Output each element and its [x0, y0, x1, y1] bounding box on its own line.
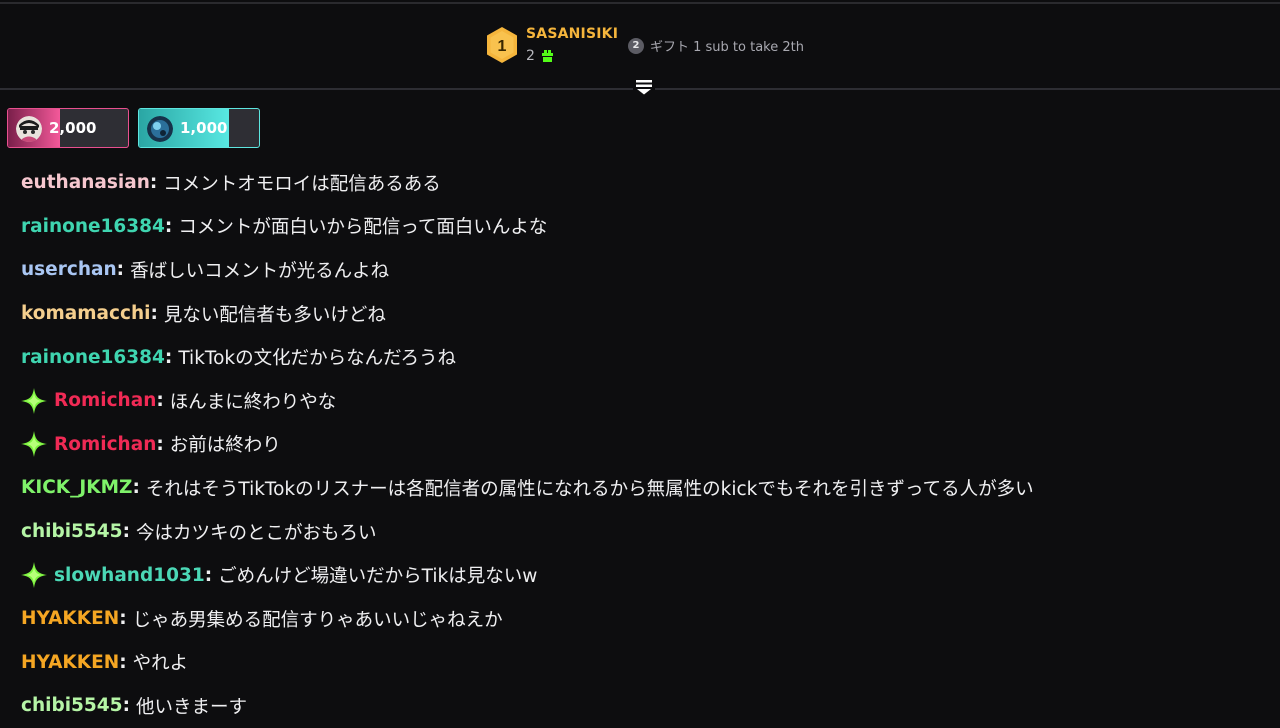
- chat-message: userchan: 香ばしいコメントが光るんよね: [21, 248, 1271, 292]
- chat-separator: :: [122, 521, 130, 543]
- rank-one-badge: 1: [486, 26, 518, 64]
- chat-message: Romichan: ほんまに終わりやな: [21, 379, 1271, 423]
- chat-message-text: 香ばしいコメントが光るんよね: [130, 260, 390, 282]
- chat-message-text: それはそうTikTokのリスナーは各配信者の属性になれるから無属性のkickでも…: [145, 478, 1034, 500]
- chat-separator: :: [122, 695, 130, 717]
- chat-username[interactable]: KICK_JKMZ: [21, 477, 132, 498]
- chat-message: Romichan: お前は終わり: [21, 423, 1271, 467]
- chat-username[interactable]: slowhand1031: [54, 565, 205, 586]
- goal-amount: 1,000: [180, 119, 228, 137]
- chat-message-text: 他いきまーす: [135, 696, 247, 718]
- chat-username[interactable]: HYAKKEN: [21, 652, 119, 673]
- gift-icon: [541, 50, 553, 62]
- collapse-leaderboard-button[interactable]: [633, 79, 655, 99]
- chat-message: slowhand1031: ごめんけど場違いだからTikは見ないw: [21, 553, 1271, 597]
- next-rank-info: 2 ギフト 1 sub to take 2th: [628, 36, 804, 55]
- chat-separator: :: [149, 172, 158, 194]
- chat-message-text: コメントオモロイは配信あるある: [163, 173, 441, 195]
- chat-message: rainone16384: TikTokの文化だからなんだろうね: [21, 335, 1271, 379]
- chat-message-text: 見ない配信者も多いけどね: [163, 304, 386, 326]
- orb-icon: [147, 116, 173, 142]
- goal-amount: 2,000: [49, 119, 97, 137]
- chat-separator: :: [156, 433, 164, 455]
- chat-username[interactable]: komamacchi: [21, 303, 150, 324]
- chat-username[interactable]: userchan: [21, 259, 117, 280]
- chat-message-list: euthanasian: コメントオモロイは配信あるある rainone16384:…: [21, 161, 1271, 728]
- chat-separator: :: [156, 390, 164, 412]
- collapse-icon: [635, 79, 653, 99]
- sparkle-badge-icon: [20, 561, 48, 589]
- goal-pill[interactable]: 1,000: [138, 108, 260, 148]
- chat-message-text: ほんまに終わりやな: [169, 391, 337, 413]
- chat-message: euthanasian: コメントオモロイは配信あるある: [21, 161, 1271, 205]
- chat-username[interactable]: HYAKKEN: [21, 608, 119, 629]
- chat-message: chibi5545: 今はカツキのとこがおもろい: [21, 510, 1271, 554]
- sparkle-badge-icon: [20, 430, 48, 458]
- svg-text:1: 1: [498, 38, 507, 55]
- chat-separator: :: [119, 608, 127, 630]
- chat-message-text: 今はカツキのとこがおもろい: [135, 522, 377, 544]
- goal-pills: 2,000 1,000: [7, 108, 260, 148]
- chat-separator: :: [150, 303, 158, 325]
- chat-username[interactable]: euthanasian: [21, 172, 150, 193]
- chat-separator: :: [204, 564, 213, 586]
- chat-message: HYAKKEN: じゃあ男集める配信すりゃあいいじゃねえか: [21, 597, 1271, 641]
- gift-count-value: 2: [526, 48, 535, 64]
- chat-separator: :: [132, 477, 140, 499]
- chat-message-text: お前は終わり: [169, 435, 281, 457]
- chat-message: rainone16384: コメントが面白いから配信って面白いんよな: [21, 205, 1271, 249]
- chat-separator: :: [116, 259, 125, 281]
- chat-username[interactable]: Romichan: [54, 390, 156, 411]
- chat-username[interactable]: Romichan: [54, 434, 156, 455]
- chat-separator: :: [164, 215, 173, 237]
- next-rank-text: ギフト 1 sub to take 2th: [650, 40, 804, 55]
- chat-username[interactable]: rainone16384: [21, 216, 165, 237]
- avatar-icon: [16, 116, 42, 142]
- chat-message-text: やれよ: [132, 653, 189, 675]
- chat-message-text: TikTokの文化だからなんだろうね: [178, 348, 456, 370]
- chat-username[interactable]: chibi5545: [21, 521, 123, 542]
- chat-message: HYAKKEN: やれよ: [21, 641, 1271, 685]
- chat-message: chibi5545: 他いきまーす: [21, 684, 1271, 728]
- sparkle-badge-icon: [20, 387, 48, 415]
- goal-pill[interactable]: 2,000: [7, 108, 129, 148]
- chat-separator: :: [164, 346, 173, 368]
- chat-username[interactable]: chibi5545: [21, 695, 123, 716]
- chat-message-text: ごめんけど場違いだからTikは見ないw: [218, 566, 538, 588]
- chat-message-text: じゃあ男集める配信すりゃあいいじゃねえか: [132, 609, 503, 631]
- chat-separator: :: [119, 651, 127, 673]
- chat-message: KICK_JKMZ: それはそうTikTokのリスナーは各配信者の属性になれるから…: [21, 466, 1271, 510]
- rank-two-icon: 2: [628, 37, 644, 54]
- chat-message-text: コメントが面白いから配信って面白いんよな: [178, 217, 548, 239]
- leader-username[interactable]: SASANISIKI: [526, 26, 618, 42]
- chat-username[interactable]: rainone16384: [21, 347, 165, 368]
- chat-message: komamacchi: 見ない配信者も多いけどね: [21, 292, 1271, 336]
- gift-leaderboard[interactable]: 1 SASANISIKI 2 2 ギフト 1 sub to take 2th: [0, 4, 1280, 88]
- leader-gift-count: 2: [526, 48, 553, 64]
